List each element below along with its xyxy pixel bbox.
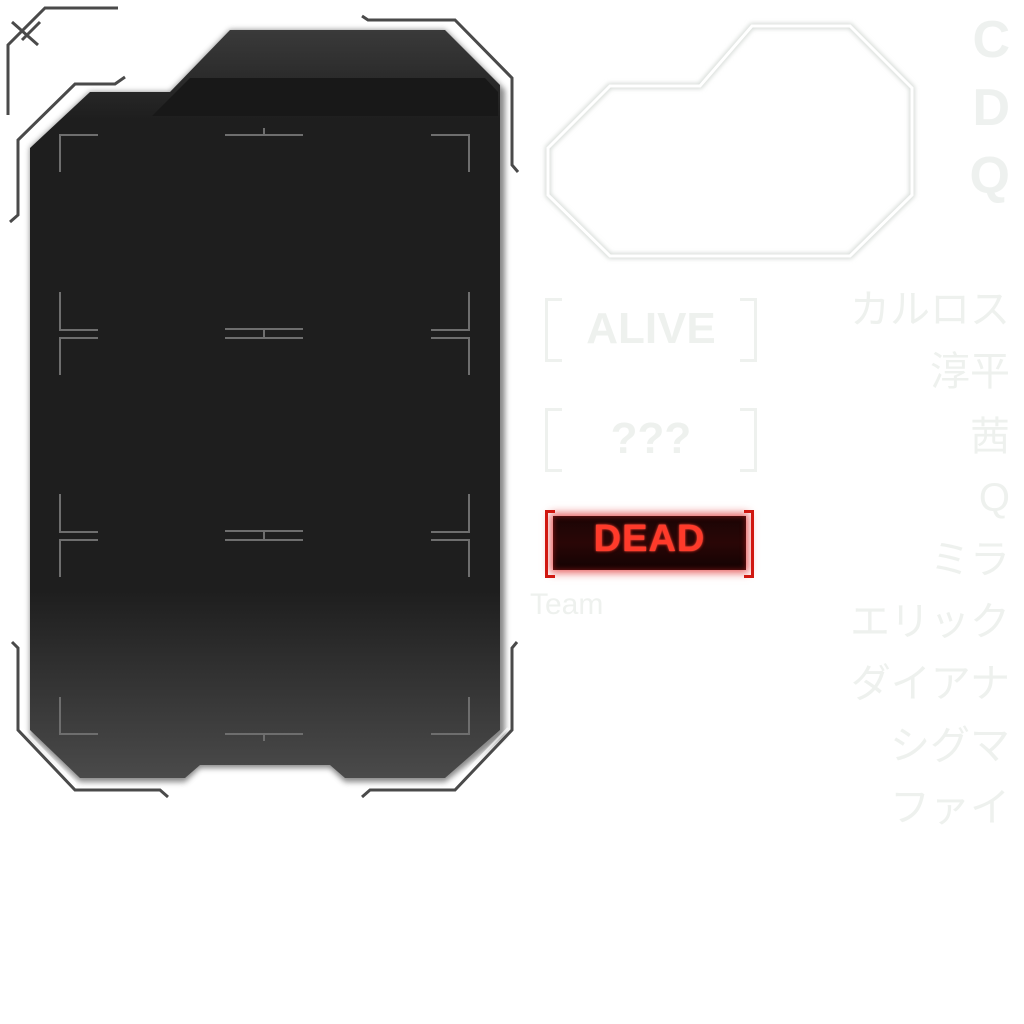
character-name: 淳平 — [930, 349, 1010, 395]
team-label: Team — [530, 588, 604, 621]
unknown-text: ??? — [610, 414, 692, 463]
character-name: ファイ — [890, 785, 1010, 831]
dead-text: DEAD — [593, 518, 706, 560]
character-name: ミラ — [930, 537, 1010, 583]
side-letter-q: Q — [969, 147, 1010, 205]
dead-status-badge: DEAD — [545, 510, 754, 578]
side-letter-d: D — [972, 79, 1010, 137]
character-name: ダイアナ — [850, 661, 1010, 707]
alive-status-label: ALIVE — [545, 298, 757, 364]
side-letter-c: C — [972, 11, 1010, 69]
character-name: カルロス — [850, 287, 1010, 333]
selection-highlight-frame — [545, 23, 915, 259]
alive-text: ALIVE — [586, 304, 716, 353]
unknown-status-label: ??? — [545, 408, 757, 474]
character-name: Q — [978, 476, 1010, 520]
character-name: エリック — [850, 599, 1010, 645]
character-name: 茜 — [970, 414, 1010, 460]
character-name: シグマ — [890, 723, 1010, 769]
